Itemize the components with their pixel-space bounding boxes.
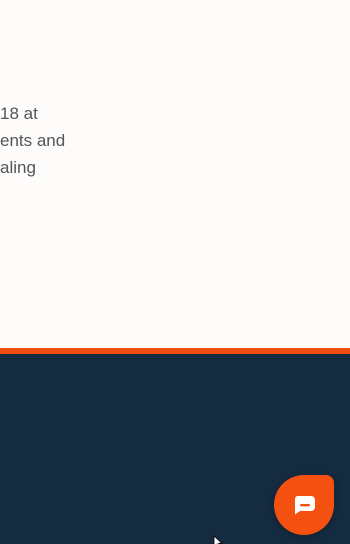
paragraph-line: 18 at [0, 104, 38, 123]
body-paragraph: 18 at ents and aling [0, 100, 120, 181]
chat-bubble-icon [294, 496, 315, 515]
paragraph-line: ents and [0, 131, 66, 150]
content-section: 18 at ents and aling [0, 0, 350, 348]
chat-launcher-button[interactable] [274, 475, 334, 535]
paragraph-line: aling [0, 158, 36, 177]
mouse-pointer-icon [213, 535, 223, 544]
page: 18 at ents and aling [0, 0, 350, 544]
